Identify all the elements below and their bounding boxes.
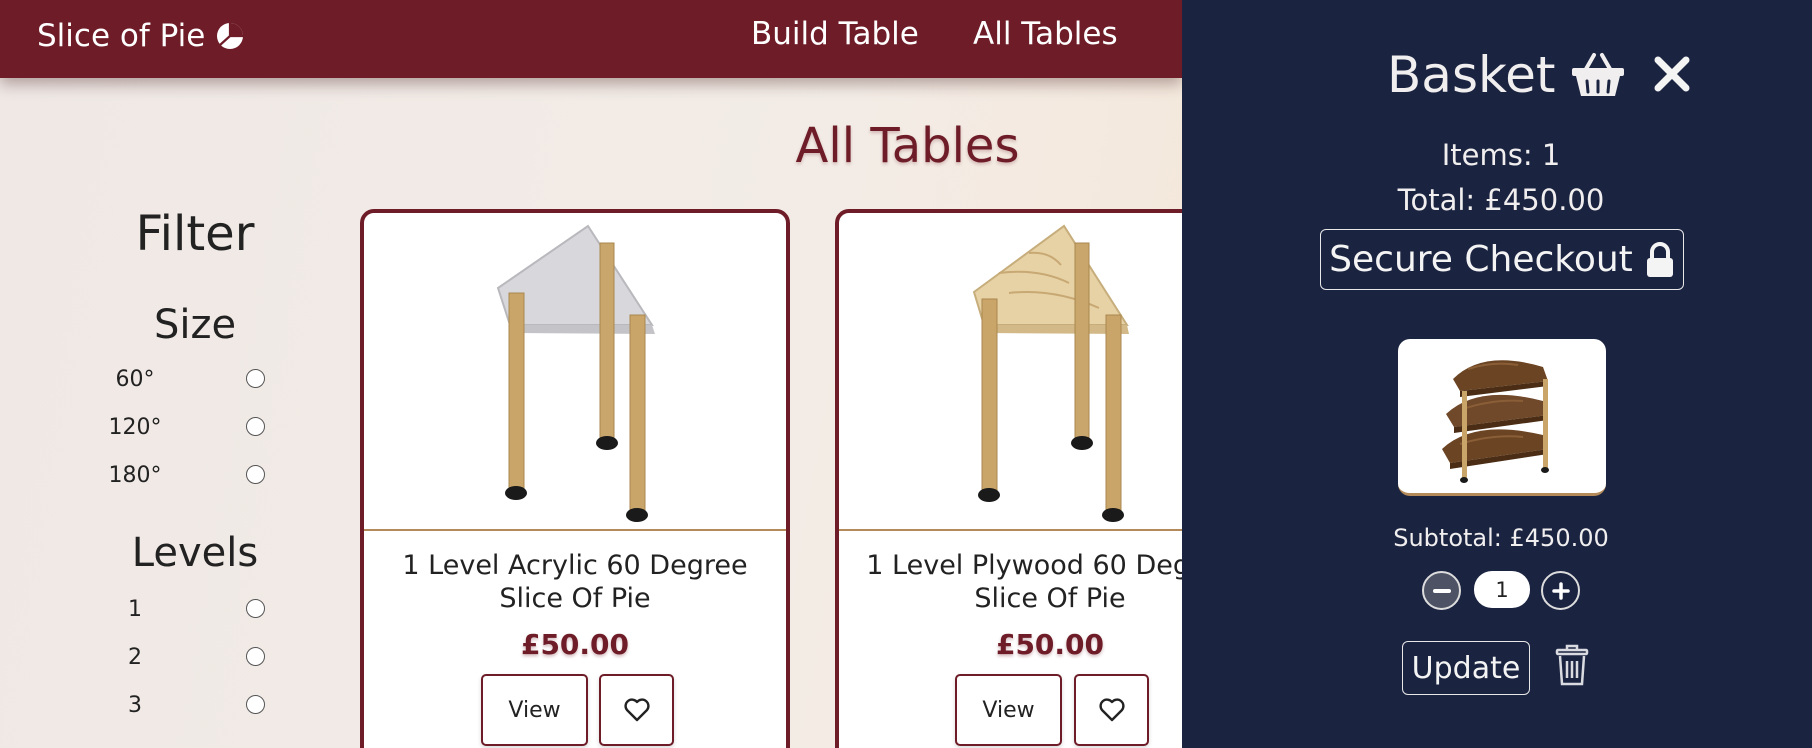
basket-panel: Basket Items: 1 Total: £450.00 Secure Ch… [1182, 0, 1812, 748]
basket-total: Total: £450.00 [1397, 183, 1605, 217]
basket-icon [1571, 53, 1624, 96]
brand-logo[interactable]: Slice of Pie [37, 16, 245, 56]
size-option-60-radio[interactable] [246, 369, 265, 388]
checkout-label: Secure Checkout [1329, 239, 1633, 280]
close-icon [1654, 56, 1690, 92]
size-option-180-radio[interactable] [246, 465, 265, 484]
secure-checkout-button[interactable]: Secure Checkout [1320, 229, 1684, 290]
levels-option-3-label: 3 [128, 693, 142, 718]
line-item-subtotal: Subtotal: £450.00 [1393, 524, 1609, 552]
levels-option-3-radio[interactable] [246, 695, 265, 714]
levels-option-2-radio[interactable] [246, 647, 265, 666]
levels-option-1-label: 1 [128, 597, 142, 622]
page-title: All Tables [795, 118, 1020, 174]
product-card-acrylic: 1 Level Acrylic 60 Degree Slice Of Pie £… [360, 209, 790, 748]
view-button[interactable]: View [955, 674, 1062, 746]
view-button[interactable]: View [481, 674, 588, 746]
plus-icon [1551, 581, 1570, 600]
nav-build-table[interactable]: Build Table [751, 16, 919, 52]
product-price: £50.00 [520, 628, 630, 661]
minus-icon [1432, 588, 1451, 593]
nav-all-tables[interactable]: All Tables [973, 16, 1118, 52]
product-image [364, 213, 786, 531]
heart-icon [1098, 698, 1125, 722]
navbar: Slice of Pie Build Table All Tables [0, 0, 1182, 78]
size-option-60-label: 60° [115, 367, 155, 392]
favourite-button[interactable] [599, 674, 674, 746]
basket-title: Basket [1387, 46, 1626, 104]
quantity-increase-button[interactable] [1541, 571, 1580, 610]
brand-name: Slice of Pie [37, 18, 206, 54]
trash-icon [1555, 644, 1589, 686]
quantity-decrease-button[interactable] [1422, 571, 1461, 610]
product-title: 1 Level Acrylic 60 Degree Slice Of Pie [402, 550, 748, 614]
filter-size-heading: Size [153, 302, 237, 348]
filter-title: Filter [135, 206, 255, 262]
remove-item-button[interactable] [1555, 644, 1589, 686]
update-button[interactable]: Update [1402, 641, 1530, 695]
size-option-180-label: 180° [108, 463, 162, 488]
close-button[interactable] [1650, 52, 1694, 96]
quantity-input[interactable] [1474, 571, 1530, 608]
lock-icon [1646, 241, 1673, 277]
levels-option-1-radio[interactable] [246, 599, 265, 618]
basket-title-text: Basket [1387, 46, 1556, 104]
basket-items-count: Items: 1 [1441, 138, 1561, 172]
basket-item-image [1398, 339, 1606, 496]
size-option-120-radio[interactable] [246, 417, 265, 436]
pie-chart-icon [217, 23, 244, 49]
heart-icon [623, 698, 650, 722]
levels-option-2-label: 2 [128, 645, 142, 670]
filter-levels-heading: Levels [131, 530, 259, 576]
favourite-button[interactable] [1074, 674, 1149, 746]
size-option-120-label: 120° [108, 415, 162, 440]
